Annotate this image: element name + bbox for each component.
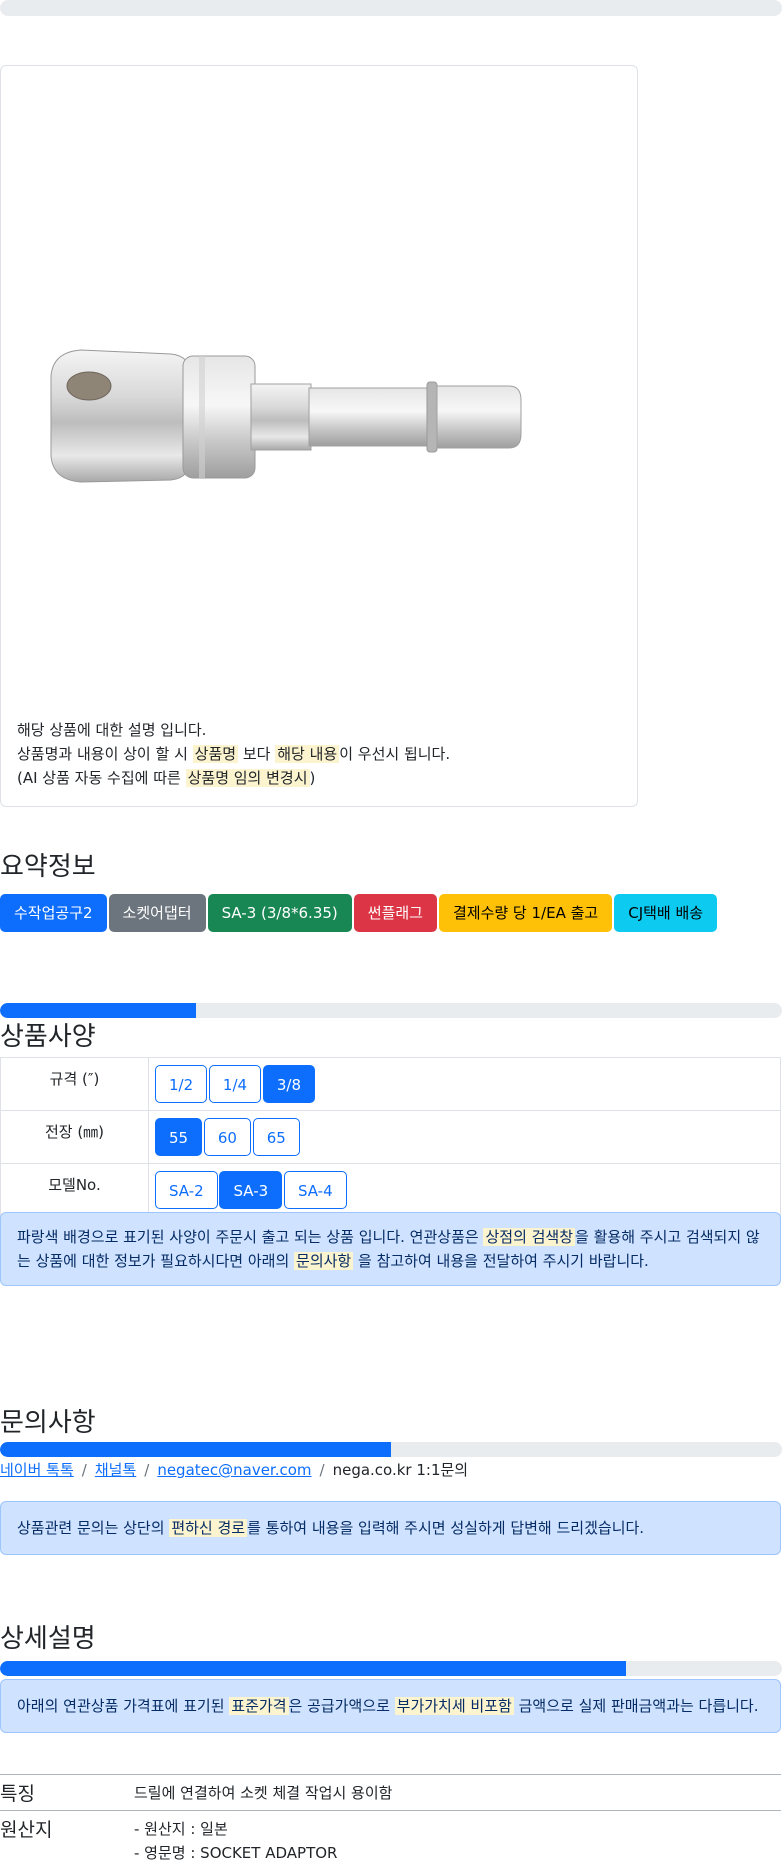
spec-title: 상품사양 (0, 1016, 96, 1053)
notice-text: 상품관련 문의는 상단의 (17, 1519, 165, 1537)
feature-value: - 원산지 : 일본 - 영문명 : SOCKET ADAPTOR (134, 1811, 781, 1869)
option-65[interactable]: 65 (253, 1118, 300, 1156)
desc-text: ) (310, 769, 316, 787)
highlight-product-name: 상품명 (193, 745, 238, 763)
spec-label: 전장 (㎜) (1, 1111, 149, 1164)
detail-progress-fill (0, 1661, 626, 1676)
product-card: 해당 상품에 대한 설명 입니다. 상품명과 내용이 상이 할 시 상품명 보다… (0, 65, 638, 807)
spec-label: 모델No. (1, 1164, 149, 1217)
highlight-vat: 부가가치세 비포함 (395, 1697, 514, 1715)
summary-title: 요약정보 (0, 846, 96, 883)
option-3-8[interactable]: 3/8 (263, 1065, 315, 1103)
feature-row: 특징 드릴에 연결하여 소켓 체결 작업시 용이함 (0, 1775, 781, 1811)
spec-row-size: 규격 (″) 1/2 1/4 3/8 (1, 1058, 781, 1111)
inquiry-links: 네이버 톡톡 / 채널톡 / negatec@naver.com / nega.co.kr … (0, 1459, 468, 1480)
feature-value: 드릴에 연결하여 소켓 체결 작업시 용이함 (134, 1775, 781, 1811)
highlight-search: 상점의 검색창 (483, 1228, 575, 1246)
feature-line: 드릴에 연결하여 소켓 체결 작업시 용이함 (134, 1781, 781, 1805)
notice-text: 아래의 연관상품 가격표에 표기된 (17, 1697, 225, 1715)
feature-label: 특징 (0, 1775, 134, 1811)
feature-row: 원산지 - 원산지 : 일본 - 영문명 : SOCKET ADAPTOR (0, 1811, 781, 1869)
separator: / (320, 1461, 325, 1479)
option-1-4[interactable]: 1/4 (209, 1065, 261, 1103)
notice-text: 파랑색 배경으로 표기된 사양이 주문시 출고 되는 상품 입니다. 연관상품은 (17, 1228, 479, 1246)
option-sa-2[interactable]: SA-2 (155, 1171, 218, 1209)
inquiry-progress-fill (0, 1442, 391, 1457)
badge-category: 수작업공구2 (0, 894, 107, 932)
product-description: 해당 상품에 대한 설명 입니다. 상품명과 내용이 상이 할 시 상품명 보다… (17, 718, 617, 790)
spec-options: SA-2 SA-3 SA-4 (149, 1164, 781, 1217)
option-60[interactable]: 60 (204, 1118, 251, 1156)
highlight-standard-price: 표준가격 (229, 1697, 288, 1715)
badge-type: 소켓어댑터 (109, 894, 206, 932)
site-inquiry-text: nega.co.kr 1:1문의 (333, 1461, 469, 1479)
feature-line: - 영문명 : SOCKET ADAPTOR (134, 1841, 781, 1865)
badge-model: SA-3 (3/8*6.35) (208, 894, 352, 932)
badge-quantity: 결제수량 당 1/EA 출고 (439, 894, 612, 932)
summary-badges: 수작업공구2 소켓어댑터 SA-3 (3/8*6.35) 썬플래그 결제수량 당… (0, 894, 717, 932)
option-sa-4[interactable]: SA-4 (284, 1171, 347, 1209)
notice-text: 금액으로 실제 판매금액과는 다릅니다. (519, 1697, 759, 1715)
spec-options: 55 60 65 (149, 1111, 781, 1164)
detail-notice: 아래의 연관상품 가격표에 표기된 표준가격은 공급가액으로 부가가치세 비포함… (0, 1679, 781, 1733)
inquiry-title: 문의사항 (0, 1402, 96, 1439)
spec-row-model: 모델No. SA-2 SA-3 SA-4 (1, 1164, 781, 1217)
spec-table: 규격 (″) 1/2 1/4 3/8 전장 (㎜) 55 60 65 모델No.… (0, 1057, 781, 1217)
option-sa-3[interactable]: SA-3 (219, 1171, 282, 1209)
spec-options: 1/2 1/4 3/8 (149, 1058, 781, 1111)
channel-talk-link[interactable]: 채널톡 (95, 1461, 136, 1479)
detail-progress (0, 1661, 782, 1676)
spec-notice: 파랑색 배경으로 표기된 사양이 주문시 출고 되는 상품 입니다. 연관상품은… (0, 1212, 781, 1286)
notice-text: 을 참고하여 내용을 전달하여 주시기 바랍니다. (358, 1252, 649, 1270)
badge-brand: 썬플래그 (354, 894, 437, 932)
feature-line: - 원산지 : 일본 (134, 1817, 781, 1841)
option-1-2[interactable]: 1/2 (155, 1065, 207, 1103)
highlight-content: 해당 내용 (275, 745, 339, 763)
desc-line-3: (AI 상품 자동 수집에 따른 상품명 임의 변경시) (17, 766, 617, 790)
desc-line-1: 해당 상품에 대한 설명 입니다. (17, 718, 617, 742)
separator: / (144, 1461, 149, 1479)
feature-table: 특징 드릴에 연결하여 소켓 체결 작업시 용이함 원산지 - 원산지 : 일본… (0, 1774, 781, 1869)
highlight-inquiry: 문의사항 (294, 1252, 353, 1270)
spec-progress (0, 1003, 782, 1018)
notice-text: 은 공급가액으로 (289, 1697, 390, 1715)
separator: / (82, 1461, 87, 1479)
spec-label: 규격 (″) (1, 1058, 149, 1111)
inquiry-progress (0, 1442, 782, 1457)
inquiry-notice: 상품관련 문의는 상단의 편하신 경로를 통하여 내용을 입력해 주시면 성실하… (0, 1501, 781, 1555)
email-link[interactable]: negatec@naver.com (157, 1461, 311, 1479)
top-progress-bar (0, 0, 782, 16)
badge-shipping: CJ택배 배송 (614, 894, 717, 932)
desc-text: 상품명과 내용이 상이 할 시 (17, 745, 188, 763)
naver-talk-link[interactable]: 네이버 톡톡 (0, 1461, 74, 1479)
highlight-name-change: 상품명 임의 변경시 (186, 769, 310, 787)
detail-title: 상세설명 (0, 1618, 96, 1655)
desc-line-2: 상품명과 내용이 상이 할 시 상품명 보다 해당 내용이 우선시 됩니다. (17, 742, 617, 766)
option-55[interactable]: 55 (155, 1118, 202, 1156)
product-image (41, 316, 621, 516)
feature-label: 원산지 (0, 1811, 134, 1869)
desc-text: 보다 (243, 745, 271, 763)
notice-text: 를 통하여 내용을 입력해 주시면 성실하게 답변해 드리겠습니다. (247, 1519, 644, 1537)
highlight-route: 편하신 경로 (169, 1519, 247, 1537)
desc-text: (AI 상품 자동 수집에 따른 (17, 769, 181, 787)
spec-row-length: 전장 (㎜) 55 60 65 (1, 1111, 781, 1164)
desc-text: 이 우선시 됩니다. (339, 745, 450, 763)
